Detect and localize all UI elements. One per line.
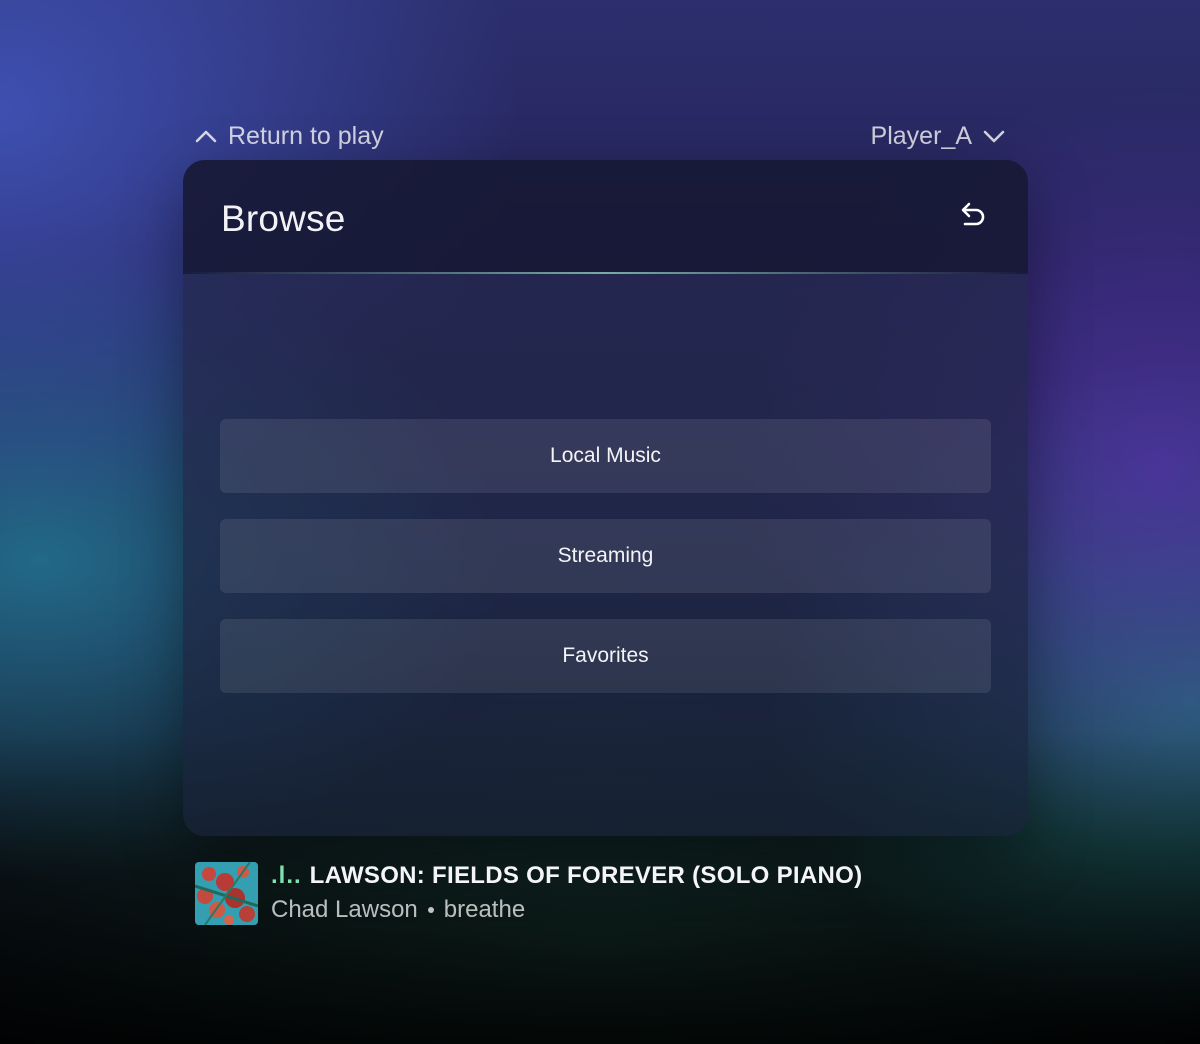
page-title: Browse — [221, 198, 346, 239]
chevron-up-icon — [194, 128, 218, 144]
chevron-down-icon — [982, 128, 1006, 144]
now-playing-subtitle-row: Chad Lawson breathe — [271, 896, 862, 924]
return-to-play-link[interactable]: Return to play — [194, 122, 384, 151]
streaming-button[interactable]: Streaming — [220, 519, 991, 593]
now-playing-title-row: .l.. LAWSON: FIELDS OF FOREVER (SOLO PIA… — [271, 862, 862, 890]
now-playing-bar[interactable]: .l.. LAWSON: FIELDS OF FOREVER (SOLO PIA… — [195, 861, 862, 925]
player-selector[interactable]: Player_A — [871, 122, 1006, 151]
track-title: LAWSON: FIELDS OF FOREVER (SOLO PIANO) — [309, 862, 863, 889]
favorites-button[interactable]: Favorites — [220, 619, 991, 693]
local-music-button[interactable]: Local Music — [220, 419, 991, 493]
back-button[interactable] — [954, 198, 990, 234]
header-divider — [183, 272, 1028, 274]
player-name: Player_A — [870, 121, 972, 150]
artist-name: Chad Lawson — [271, 896, 418, 923]
panel-header: Browse — [183, 160, 1028, 274]
album-name: breathe — [443, 896, 526, 923]
browse-menu: Local Music Streaming Favorites — [220, 419, 991, 719]
equalizer-icon: .l.. — [271, 862, 302, 889]
top-bar: Return to play Player_A — [194, 116, 1006, 156]
separator-dot — [427, 907, 434, 913]
album-art[interactable] — [195, 861, 258, 925]
now-playing-text: .l.. LAWSON: FIELDS OF FOREVER (SOLO PIA… — [271, 862, 862, 924]
browse-panel: Browse Local Music Streaming Favorites — [183, 160, 1028, 836]
return-to-play-label: Return to play — [228, 121, 384, 150]
undo-arrow-icon — [956, 198, 988, 235]
